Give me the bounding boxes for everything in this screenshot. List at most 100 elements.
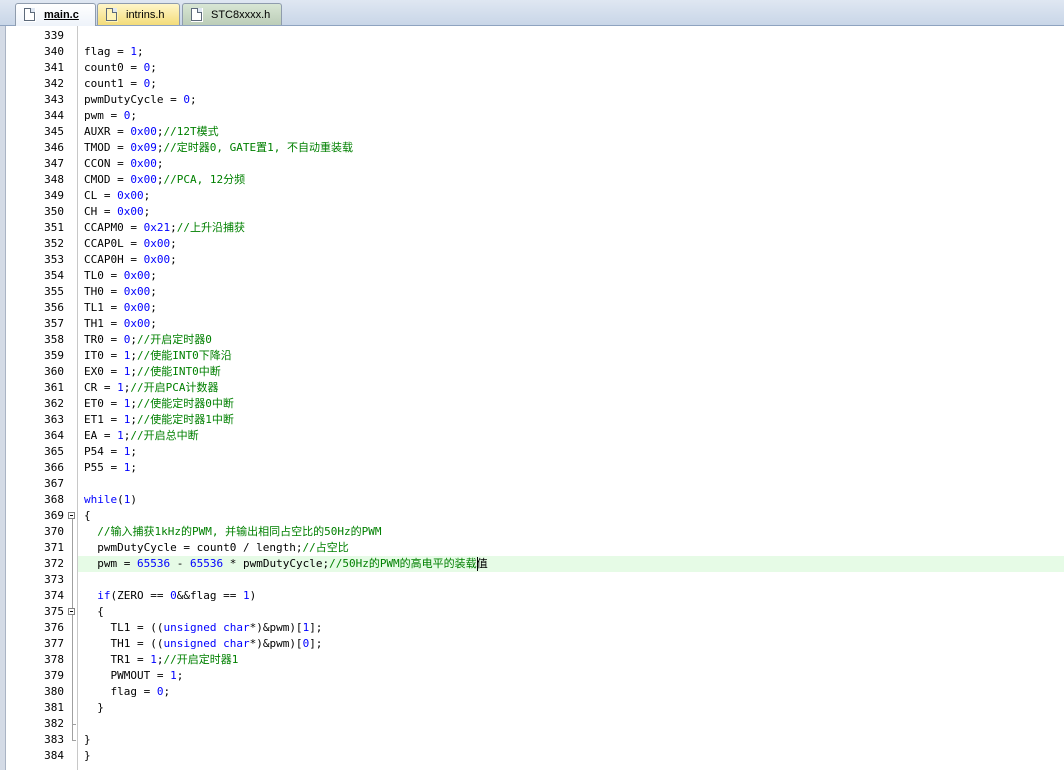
code-line[interactable]: CCAP0H = 0x00; [78,252,1064,268]
code-line[interactable]: flag = 1; [78,44,1064,60]
fold-toggle-icon[interactable] [68,608,75,615]
fold-margin[interactable] [67,26,77,770]
code-line[interactable]: //输入捕获1kHz的PWM, 并输出相同占空比的50Hz的PWM [78,524,1064,540]
code-line[interactable]: P55 = 1; [78,460,1064,476]
code-line[interactable]: pwm = 0; [78,108,1064,124]
code-text: 值 [476,557,488,570]
code-text: ; [150,77,157,90]
code-text: pwm = [84,109,124,122]
tab-stc8xxxx-h[interactable]: STC8xxxx.h [182,3,282,25]
fold-toggle-icon[interactable] [68,512,75,519]
code-line-text: CCON = 0x00; [84,156,163,172]
code-text: ET1 = [84,413,124,426]
code-line[interactable]: if(ZERO == 0&&flag == 1) [78,588,1064,604]
code-text: ; [189,93,197,106]
code-line[interactable]: TL1 = 0x00; [78,300,1064,316]
line-number: 373 [44,573,64,586]
code-line[interactable]: CCON = 0x00; [78,156,1064,172]
code-line[interactable]: pwmDutyCycle = 0; [78,92,1064,108]
code-line[interactable] [78,28,1064,44]
code-line[interactable]: pwmDutyCycle = count0 / length;//占空比 [78,540,1064,556]
line-number: 349 [44,189,64,202]
code-line[interactable] [78,572,1064,588]
comment: //输入捕获1kHz的PWM, 并输出相同占空比的50Hz的PWM [97,525,382,538]
code-line-text: pwmDutyCycle = 0; [84,92,197,108]
code-text: &&flag == [176,589,243,602]
code-text: ; [156,157,164,170]
code-line[interactable]: CR = 1;//开启PCA计数器 [78,380,1064,396]
line-number: 359 [44,349,64,362]
code-text: { [84,509,91,522]
current-code-line[interactable]: pwm = 65536 - 65536 * pwmDutyCycle;//50H… [78,556,1064,572]
code-line-text: PWMOUT = 1; [84,668,183,684]
code-line[interactable]: EX0 = 1;//使能INT0中断 [78,364,1064,380]
line-number: 342 [44,77,64,90]
fold-guide-line [72,615,73,708]
code-line[interactable]: CCAP0L = 0x00; [78,236,1064,252]
code-line[interactable]: { [78,604,1064,620]
code-text: ; [170,253,177,266]
code-line[interactable]: TR0 = 0;//开启定时器0 [78,332,1064,348]
code-line[interactable]: CH = 0x00; [78,204,1064,220]
code-text: ; [130,349,137,362]
code-line[interactable]: TH0 = 0x00; [78,284,1064,300]
code-line[interactable]: TMOD = 0x09;//定时器0, GATE置1, 不自动重装载 [78,140,1064,156]
code-line[interactable]: EA = 1;//开启总中断 [78,428,1064,444]
code-line[interactable] [78,716,1064,732]
code-line[interactable]: ET0 = 1;//使能定时器0中断 [78,396,1064,412]
code-line[interactable]: TR1 = 1;//开启定时器1 [78,652,1064,668]
tab-label: intrins.h [126,8,165,21]
code-line[interactable]: } [78,748,1064,764]
keyword: while [84,493,118,506]
code-line-text: P54 = 1; [84,444,137,460]
tab-main-c[interactable]: main.c [15,3,96,26]
code-line[interactable] [78,476,1064,492]
code-line[interactable]: flag = 0; [78,684,1064,700]
code-line[interactable]: ET1 = 1;//使能定时器1中断 [78,412,1064,428]
code-line[interactable]: TL0 = 0x00; [78,268,1064,284]
code-line[interactable]: P54 = 1; [78,444,1064,460]
code-line-text: flag = 0; [84,684,170,700]
code-line[interactable]: TH1 = 0x00; [78,316,1064,332]
code-line[interactable]: { [78,508,1064,524]
code-text: ; [130,365,137,378]
code-editor[interactable]: flag = 1; count0 = 0; count1 = 0; pwmDutyCy… [77,26,1064,770]
code-line[interactable]: PWMOUT = 1; [78,668,1064,684]
code-line[interactable]: TL1 = ((unsigned char*)&pwm)[1]; [78,620,1064,636]
code-text: ; [150,317,157,330]
h-file-icon [106,7,118,22]
code-line[interactable]: TH1 = ((unsigned char*)&pwm)[0]; [78,636,1064,652]
code-line[interactable]: count0 = 0; [78,60,1064,76]
code-line-text: TH1 = 0x00; [84,316,157,332]
code-line[interactable]: } [78,732,1064,748]
code-text: CCAP0H = [84,253,144,266]
code-line[interactable]: while(1) [78,492,1064,508]
code-line[interactable]: CCAPM0 = 0x21;//上升沿捕获 [78,220,1064,236]
code-text: } [84,701,104,714]
code-line-text: CCAPM0 = 0x21;//上升沿捕获 [84,220,245,236]
code-line[interactable]: CMOD = 0x00;//PCA, 12分频 [78,172,1064,188]
number-literal: 0x00 [130,173,157,186]
code-line-text: CR = 1;//开启PCA计数器 [84,380,219,396]
line-number: 339 [44,29,64,42]
line-number: 376 [44,621,64,634]
code-text: TR1 = [84,653,151,666]
tab-intrins-h[interactable]: intrins.h [97,3,180,25]
line-number: 352 [44,237,64,250]
number-literal: 0x00 [130,125,157,138]
code-text: ; [130,333,137,346]
line-number-gutter[interactable]: 339 340 341 342 343 344 345 346 347 348 349 350 351 3… [6,26,67,770]
code-line-text: count1 = 0; [84,76,157,92]
code-line[interactable]: IT0 = 1;//使能INT0下降沿 [78,348,1064,364]
line-number: 361 [44,381,64,394]
code-line[interactable]: CL = 0x00; [78,188,1064,204]
code-line[interactable]: count1 = 0; [78,76,1064,92]
code-line[interactable]: } [78,700,1064,716]
code-text: ]; [309,621,323,634]
comment: //定时器0, GATE置1, 不自动重装载 [163,141,353,154]
number-literal: 0 [183,93,190,106]
line-number: 340 [44,45,64,58]
line-number: 356 [44,301,64,314]
line-number: 379 [44,669,64,682]
code-line[interactable]: AUXR = 0x00;//12T模式 [78,124,1064,140]
